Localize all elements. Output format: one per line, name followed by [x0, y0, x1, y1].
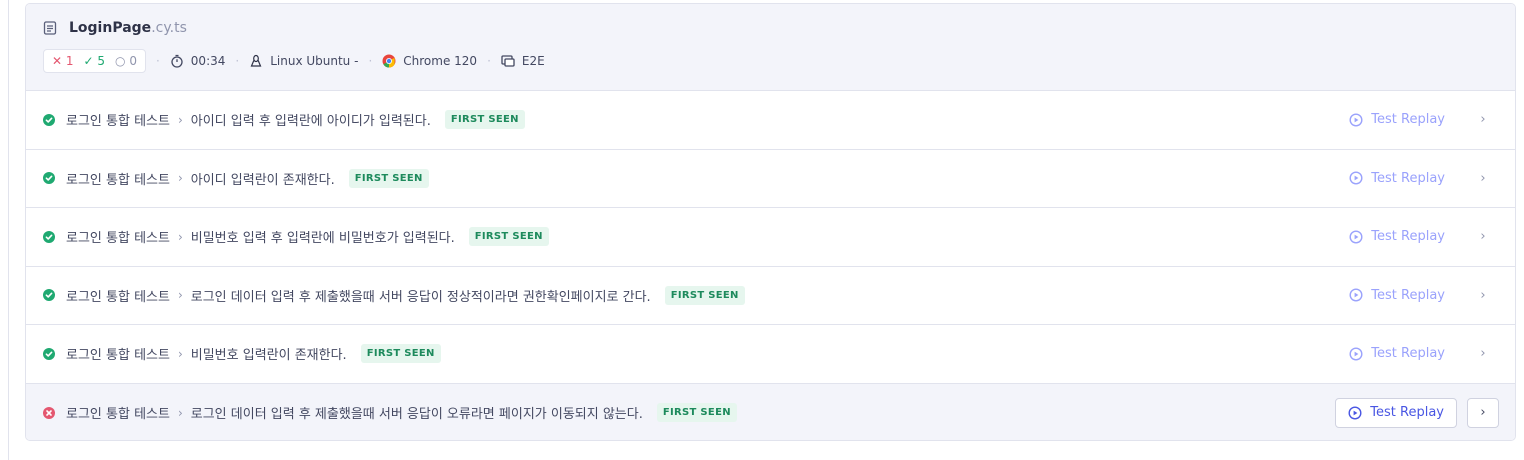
replay-icon	[1349, 347, 1363, 361]
separator-dot: ·	[155, 54, 160, 68]
test-row[interactable]: 로그인 통합 테스트 › 아이디 입력란이 존재한다. FIRST SEEN Test …	[26, 149, 1515, 208]
separator-dot: ·	[368, 54, 373, 68]
test-replay-label: Test Replay	[1370, 405, 1444, 421]
test-row[interactable]: 로그인 통합 테스트 › 로그인 데이터 입력 후 제출했을때 서버 응답이 오류라…	[26, 383, 1515, 440]
suite-title: 로그인 통합 테스트	[66, 114, 170, 130]
breadcrumb-separator-icon: ›	[177, 112, 183, 127]
test-replay-label: Test Replay	[1371, 229, 1445, 245]
chevron-right-icon[interactable]: ›	[1467, 339, 1499, 369]
test-replay-button[interactable]: Test Replay	[1337, 105, 1457, 135]
test-title: 아이디 입력 후 입력란에 아이디가 입력된다.	[190, 114, 431, 130]
chevron-right-icon[interactable]: ›	[1467, 397, 1499, 428]
test-replay-button[interactable]: Test Replay	[1337, 163, 1457, 193]
check-circle-icon	[43, 172, 55, 185]
test-row[interactable]: 로그인 통합 테스트 › 비밀번호 입력 후 입력란에 비밀번호가 입력된다. FIR…	[26, 208, 1515, 267]
chevron-right-icon[interactable]: ›	[1467, 222, 1499, 252]
breadcrumb-separator-icon: ›	[177, 346, 183, 361]
first-seen-badge: FIRST SEEN	[348, 168, 429, 188]
e2e-icon	[501, 54, 515, 68]
separator-dot: ·	[487, 54, 491, 68]
suite-title: 로그인 통합 테스트	[66, 172, 170, 188]
browser: Chrome 120	[382, 54, 477, 68]
spec-extension: .cy.ts	[151, 20, 187, 36]
test-replay-button[interactable]: Test Replay	[1337, 339, 1457, 369]
test-title: 아이디 입력란이 존재한다.	[190, 172, 335, 188]
test-title: 로그인 데이터 입력 후 제출했을때 서버 응답이 정상적이라면 권한확인페이지…	[190, 289, 651, 305]
first-seen-badge: FIRST SEEN	[664, 285, 745, 305]
separator-dot: ·	[235, 54, 240, 68]
replay-icon	[1349, 171, 1363, 185]
chrome-icon	[382, 54, 396, 68]
test-replay-button[interactable]: Test Replay	[1337, 222, 1457, 252]
first-seen-badge: FIRST SEEN	[656, 403, 737, 423]
test-replay-label: Test Replay	[1371, 346, 1445, 362]
spec-name[interactable]: LoginPage	[69, 20, 151, 36]
test-title: 로그인 데이터 입력 후 제출했을때 서버 응답이 오류라면 페이지가 이동되지…	[190, 407, 643, 423]
testing-type: E2E	[501, 54, 545, 68]
first-seen-badge: FIRST SEEN	[444, 110, 525, 130]
file-icon	[43, 21, 57, 35]
spec-panel: LoginPage .cy.ts ✕ 1 ✓ 5 ○ 0 · 00:34 · Li…	[25, 3, 1516, 441]
test-replay-label: Test Replay	[1371, 112, 1445, 128]
passed-count: ✓ 5	[83, 54, 106, 68]
replay-icon	[1349, 230, 1363, 244]
first-seen-badge: FIRST SEEN	[468, 227, 549, 247]
x-circle-icon	[43, 406, 55, 419]
replay-icon	[1349, 288, 1363, 302]
test-row[interactable]: 로그인 통합 테스트 › 로그인 데이터 입력 후 제출했을때 서버 응답이 정상적…	[26, 266, 1515, 325]
test-replay-label: Test Replay	[1371, 287, 1445, 303]
check-circle-icon	[43, 347, 55, 360]
results-counts: ✕ 1 ✓ 5 ○ 0	[43, 49, 146, 73]
suite-title: 로그인 통합 테스트	[66, 348, 170, 364]
test-title: 비밀번호 입력란이 존재한다.	[190, 348, 347, 364]
suite-title: 로그인 통합 테스트	[66, 231, 170, 247]
spec-title-row: LoginPage .cy.ts	[43, 18, 1498, 38]
duration: 00:34	[170, 54, 225, 68]
suite-title: 로그인 통합 테스트	[66, 289, 170, 305]
replay-icon	[1349, 113, 1363, 127]
test-list: 로그인 통합 테스트 › 아이디 입력 후 입력란에 아이디가 입력된다. FIRST…	[26, 91, 1515, 440]
check-circle-icon	[43, 289, 55, 302]
replay-icon	[1348, 406, 1362, 420]
linux-icon	[249, 54, 263, 68]
stopwatch-icon	[170, 54, 184, 68]
spec-meta-row: ✕ 1 ✓ 5 ○ 0 · 00:34 · Linux Ubuntu - · C…	[43, 49, 1498, 73]
pending-count: ○ 0	[115, 54, 137, 68]
os: Linux Ubuntu -	[249, 54, 358, 68]
breadcrumb-separator-icon: ›	[177, 229, 183, 244]
test-replay-button[interactable]: Test Replay	[1337, 280, 1457, 310]
check-circle-icon	[43, 113, 55, 126]
test-row[interactable]: 로그인 통합 테스트 › 비밀번호 입력란이 존재한다. FIRST SEEN Test…	[26, 325, 1515, 384]
chevron-right-icon[interactable]: ›	[1467, 163, 1499, 193]
test-replay-label: Test Replay	[1371, 170, 1445, 186]
suite-title: 로그인 통합 테스트	[66, 407, 170, 423]
test-title: 비밀번호 입력 후 입력란에 비밀번호가 입력된다.	[190, 231, 455, 247]
spec-header: LoginPage .cy.ts ✕ 1 ✓ 5 ○ 0 · 00:34 · Li…	[26, 4, 1515, 91]
test-replay-button[interactable]: Test Replay	[1335, 397, 1457, 428]
test-row[interactable]: 로그인 통합 테스트 › 아이디 입력 후 입력란에 아이디가 입력된다. FIRST…	[26, 91, 1515, 150]
first-seen-badge: FIRST SEEN	[360, 344, 441, 364]
chevron-right-icon[interactable]: ›	[1467, 105, 1499, 135]
check-circle-icon	[43, 230, 55, 243]
chevron-right-icon[interactable]: ›	[1467, 280, 1499, 310]
failed-count: ✕ 1	[52, 54, 74, 68]
left-divider	[8, 0, 9, 460]
breadcrumb-separator-icon: ›	[177, 171, 183, 186]
breadcrumb-separator-icon: ›	[177, 288, 183, 303]
breadcrumb-separator-icon: ›	[177, 405, 183, 420]
